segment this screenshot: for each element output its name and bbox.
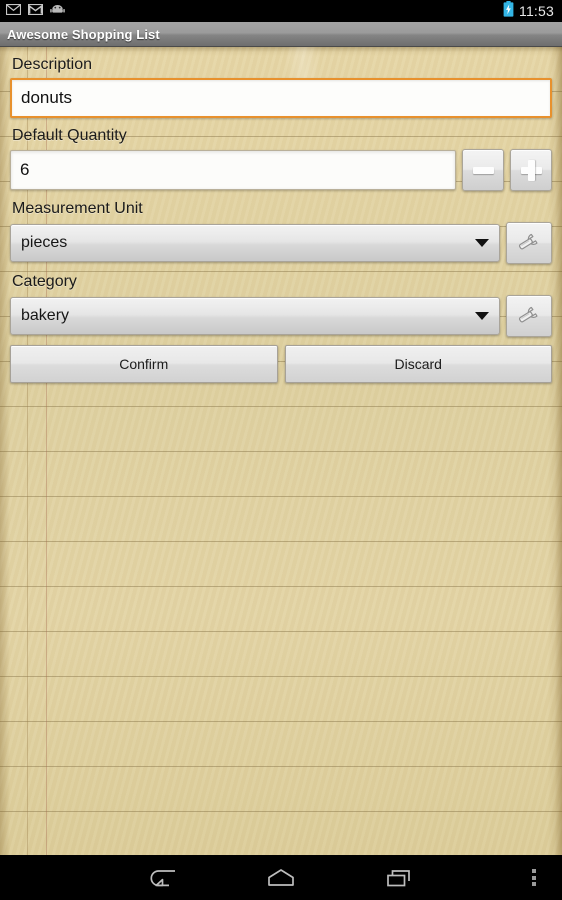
plus-icon-vertical [527, 159, 535, 181]
description-label: Description [12, 56, 93, 73]
category-spinner[interactable]: bakery [10, 297, 500, 335]
status-bar: 11:53 [0, 0, 562, 22]
quantity-decrement-button[interactable] [462, 149, 504, 191]
system-navigation-bar [0, 855, 562, 900]
measurement-unit-spinner[interactable]: pieces [10, 224, 500, 262]
email-icon [5, 2, 22, 20]
measurement-unit-value: pieces [21, 234, 68, 251]
item-edit-form: Description Default Quantity [0, 47, 562, 383]
category-label: Category [12, 273, 77, 290]
status-clock: 11:53 [519, 3, 554, 19]
nav-recents-button[interactable] [358, 855, 442, 900]
home-icon [268, 868, 294, 886]
device-screen: 11:53 Awesome Shopping List Description … [0, 0, 562, 900]
nav-overflow-menu-button[interactable] [515, 855, 553, 900]
quantity-stepper-row [10, 149, 552, 191]
minus-icon [472, 166, 494, 174]
discard-button[interactable]: Discard [284, 345, 552, 383]
form-content-area: Description Default Quantity [0, 47, 562, 855]
category-row: bakery [10, 295, 552, 337]
quantity-increment-button[interactable] [510, 149, 552, 191]
form-action-row: Confirm Discard [10, 345, 552, 383]
recent-apps-icon [387, 869, 410, 886]
measurement-unit-edit-button[interactable] [506, 222, 552, 264]
quantity-label: Default Quantity [12, 127, 127, 144]
app-title-bar: Awesome Shopping List [0, 22, 562, 47]
wrench-icon [518, 233, 538, 250]
nav-back-button[interactable] [120, 855, 204, 900]
status-notification-icons [5, 2, 65, 20]
quantity-field-group: Default Quantity [10, 126, 552, 191]
category-field-group: Category bakery [10, 272, 552, 337]
chevron-down-icon [475, 312, 489, 320]
measurement-unit-field-group: Measurement Unit pieces [10, 199, 552, 264]
quantity-input[interactable] [10, 150, 456, 190]
back-arrow-icon [150, 869, 175, 886]
chevron-down-icon [475, 239, 489, 247]
category-edit-button[interactable] [506, 295, 552, 337]
description-input[interactable] [10, 78, 552, 118]
description-field-group: Description [10, 55, 552, 118]
measurement-unit-label: Measurement Unit [12, 200, 143, 217]
confirm-button[interactable]: Confirm [10, 345, 278, 383]
app-title: Awesome Shopping List [7, 26, 160, 42]
overflow-dots-icon [532, 867, 536, 889]
wrench-icon [518, 306, 538, 323]
nav-home-button[interactable] [239, 855, 323, 900]
category-value: bakery [21, 307, 70, 324]
measurement-unit-row: pieces [10, 222, 552, 264]
battery-charging-icon [503, 0, 514, 22]
status-system-icons: 11:53 [503, 0, 554, 22]
android-robot-icon [50, 2, 65, 20]
gmail-icon [27, 2, 44, 20]
